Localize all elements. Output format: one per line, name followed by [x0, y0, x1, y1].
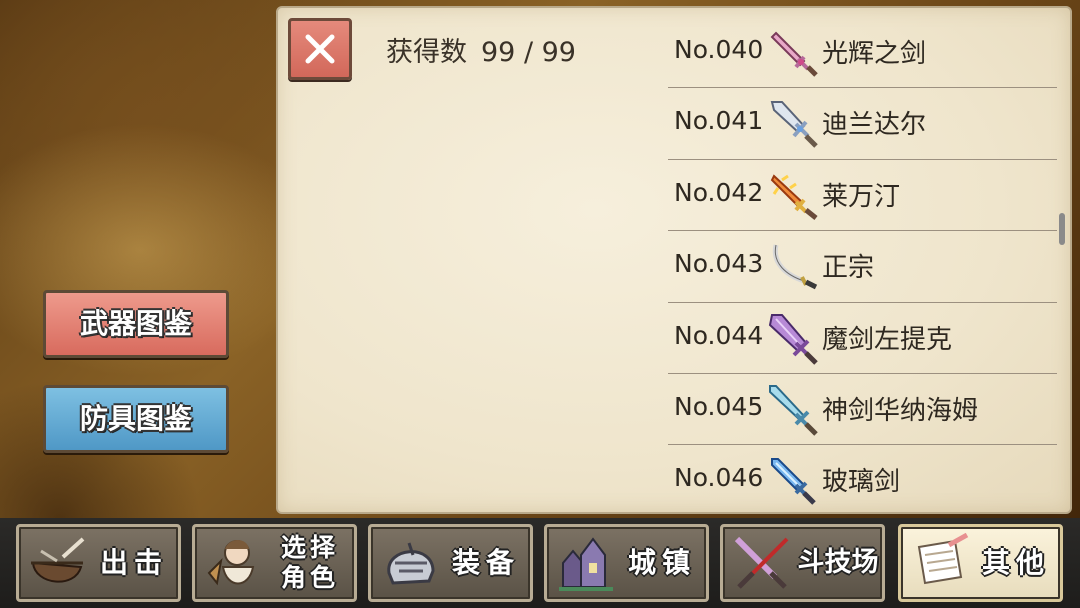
- demon-sword-icon: [768, 313, 818, 365]
- helmet-icon: [387, 542, 435, 585]
- tab-label: 其他: [981, 546, 1050, 579]
- tab-town[interactable]: 城镇: [544, 524, 709, 602]
- tab-select-character[interactable]: 选择 角色: [192, 524, 357, 602]
- tab-sortie[interactable]: 出击: [16, 524, 181, 602]
- list-item[interactable]: No.044 魔剑左提克: [668, 303, 1057, 374]
- item-number: No.043: [674, 249, 764, 279]
- item-number: No.046: [674, 463, 764, 493]
- close-button[interactable]: [288, 18, 352, 80]
- list-item[interactable]: No.045 神剑华纳海姆: [668, 374, 1057, 446]
- item-name: 魔剑左提克: [822, 324, 953, 355]
- armor-catalog-button[interactable]: 防具图鉴: [43, 385, 229, 453]
- tab-label: 选择 角色: [280, 533, 339, 592]
- item-name: 正宗: [822, 253, 875, 284]
- flaming-sword-icon: [770, 174, 818, 220]
- list-item[interactable]: No.043 正宗: [668, 231, 1057, 303]
- count-value: 99 / 99: [481, 37, 576, 68]
- collection-count: 获得数 99 / 99: [386, 30, 576, 69]
- tab-label: 出击: [99, 546, 168, 579]
- tab-label: 装备: [451, 546, 520, 579]
- white-ornate-sword-icon: [770, 101, 818, 149]
- list-item[interactable]: No.042 莱万汀: [668, 160, 1057, 232]
- item-name: 莱万汀: [822, 181, 901, 212]
- town-icon: [559, 537, 613, 591]
- holy-blue-sword-icon: [769, 384, 818, 436]
- item-number: No.041: [674, 106, 764, 136]
- tab-equipment[interactable]: 装备: [368, 524, 533, 602]
- pink-jeweled-sword-icon: [770, 31, 818, 77]
- list-item[interactable]: No.046 玻璃剑: [668, 445, 1057, 514]
- katana-icon: [772, 244, 818, 290]
- scroll-icon: [917, 533, 969, 585]
- pot-icon: [31, 537, 85, 583]
- item-number: No.042: [674, 177, 764, 207]
- close-icon: [305, 34, 335, 64]
- tab-arena[interactable]: 斗技场: [720, 524, 885, 602]
- item-number: No.044: [674, 320, 764, 350]
- crossed-swords-icon: [734, 536, 789, 589]
- item-number: No.040: [674, 35, 764, 64]
- list-item[interactable]: No.041 迪兰达尔: [668, 88, 1057, 160]
- weapon-catalog-button[interactable]: 武器图鉴: [43, 290, 229, 358]
- list-item[interactable]: No.040 光辉之剑: [668, 17, 1057, 89]
- glass-sword-icon: [771, 458, 816, 506]
- tab-label: 斗技场: [797, 547, 879, 578]
- item-name: 玻璃剑: [822, 467, 901, 498]
- item-name: 光辉之剑: [822, 39, 927, 69]
- tab-other[interactable]: 其他: [898, 524, 1063, 602]
- item-number: No.045: [674, 391, 764, 421]
- character-icon: [207, 540, 255, 586]
- list-scrollbar[interactable]: [1059, 213, 1065, 245]
- weapon-list[interactable]: No.040 光辉之剑 No.041 迪兰达尔 No.042 莱万汀 No.04…: [668, 17, 1057, 514]
- count-label: 获得数: [386, 37, 467, 68]
- tab-label: 城镇: [627, 546, 696, 579]
- item-name: 神剑华纳海姆: [822, 395, 979, 426]
- item-name: 迪兰达尔: [822, 110, 927, 141]
